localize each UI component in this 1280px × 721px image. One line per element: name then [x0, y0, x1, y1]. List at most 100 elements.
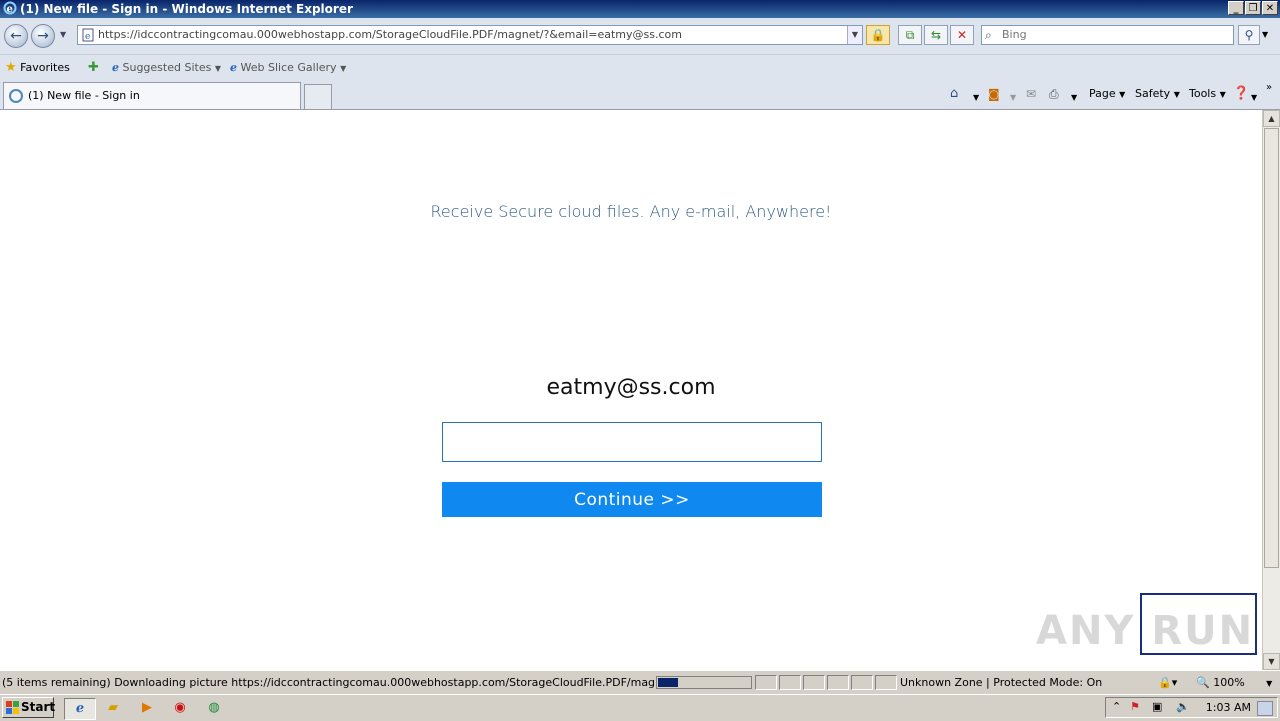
- status-pane: [755, 675, 777, 690]
- svg-text:e: e: [7, 4, 13, 15]
- vertical-scrollbar[interactable]: ▲ ▼: [1262, 110, 1280, 670]
- user-email: eatmy@ss.com: [546, 375, 716, 400]
- status-pane: [803, 675, 825, 690]
- help-icon[interactable]: ❓: [1233, 86, 1249, 102]
- web-slice-gallery-link[interactable]: ℯ Web Slice Gallery ▼: [230, 60, 346, 77]
- system-clock[interactable]: 1:03 AM: [1206, 701, 1251, 714]
- web-slice-gallery-label: Web Slice Gallery: [240, 61, 337, 74]
- status-bar: (5 items remaining) Downloading picture …: [0, 670, 1280, 695]
- explorer-folder-icon[interactable]: ▰: [102, 698, 124, 718]
- search-box[interactable]: ⌕ Bing: [981, 25, 1234, 45]
- mail-icon[interactable]: ✉: [1026, 86, 1036, 102]
- chevron-down-icon: ▼: [1219, 90, 1226, 99]
- close-window-button[interactable]: ✕: [1262, 1, 1278, 15]
- internet-explorer-icon: e: [3, 1, 17, 15]
- security-lock-button[interactable]: 🔒: [866, 25, 890, 45]
- scroll-up-icon[interactable]: ▲: [1263, 110, 1280, 127]
- address-dropdown-icon[interactable]: ▼: [847, 26, 862, 44]
- back-arrow-icon: ←: [10, 28, 22, 44]
- compatibility-icon: ⧉: [905, 28, 915, 42]
- window-title: (1) New file - Sign in - Windows Interne…: [20, 2, 353, 16]
- status-pane: [779, 675, 801, 690]
- window-title-bar: e (1) New file - Sign in - Windows Inter…: [0, 0, 1280, 18]
- zoom-icon: 🔍: [1196, 676, 1210, 689]
- home-dropdown-icon[interactable]: ▼: [973, 90, 979, 106]
- continue-button[interactable]: Continue >>: [442, 482, 822, 517]
- page-content: Receive Secure cloud files. Any e-mail, …: [0, 110, 1262, 670]
- volume-icon[interactable]: 🔈: [1176, 700, 1190, 713]
- feeds-dropdown-icon[interactable]: ▼: [1010, 90, 1016, 106]
- svg-text:e: e: [85, 32, 90, 42]
- system-tray: ⌃ ⚑ ▣ 🔈 1:03 AM: [1105, 697, 1278, 718]
- chevron-down-icon: ▼: [1119, 90, 1126, 99]
- compatibility-view-button[interactable]: ⧉: [898, 25, 922, 45]
- safety-menu[interactable]: Safety ▼: [1135, 86, 1180, 103]
- search-icon: ⌕: [985, 28, 992, 42]
- back-button[interactable]: ←: [4, 24, 28, 48]
- security-zone[interactable]: Unknown Zone | Protected Mode: On: [900, 676, 1102, 689]
- status-pane: [875, 675, 897, 690]
- print-dropdown-icon[interactable]: ▼: [1071, 90, 1077, 106]
- tools-menu[interactable]: Tools ▼: [1189, 86, 1226, 103]
- scroll-down-icon[interactable]: ▼: [1263, 653, 1280, 670]
- start-label: Start: [21, 700, 56, 714]
- internet-explorer-icon: ℯ: [75, 701, 85, 716]
- address-url[interactable]: https://idccontractingcomau.000webhostap…: [98, 26, 682, 44]
- search-go-button[interactable]: ⚲: [1238, 25, 1260, 45]
- network-icon[interactable]: ▣: [1152, 700, 1162, 713]
- password-input[interactable]: [442, 422, 822, 462]
- refresh-icon: ⇆: [930, 28, 942, 42]
- page-menu[interactable]: Page ▼: [1089, 86, 1125, 103]
- scroll-thumb[interactable]: [1264, 128, 1279, 568]
- navigation-bar: ← → ▼ e https://idccontractingcomau.000w…: [0, 18, 1280, 54]
- loading-icon: [9, 89, 23, 103]
- address-bar[interactable]: e https://idccontractingcomau.000webhost…: [77, 25, 863, 45]
- feeds-icon[interactable]: ◙: [988, 86, 1000, 102]
- page-menu-label: Page: [1089, 87, 1116, 100]
- progress-fill: [658, 678, 678, 687]
- safety-menu-label: Safety: [1135, 87, 1171, 100]
- minimize-button[interactable]: _: [1228, 1, 1244, 15]
- chevron-down-icon: ▼: [1173, 90, 1180, 99]
- search-placeholder[interactable]: Bing: [1002, 26, 1027, 44]
- tab-sign-in[interactable]: (1) New file - Sign in: [3, 82, 301, 109]
- show-hidden-icons-icon[interactable]: ⌃: [1112, 700, 1121, 713]
- download-progress-bar: [656, 676, 752, 689]
- chrome-icon[interactable]: ◍: [203, 698, 225, 718]
- more-commands-icon[interactable]: »: [1266, 80, 1272, 96]
- page-tagline: Receive Secure cloud files. Any e-mail, …: [430, 202, 832, 221]
- start-button[interactable]: Start: [2, 697, 56, 718]
- suggested-sites-link[interactable]: ℯ Suggested Sites ▼: [112, 60, 221, 77]
- protected-mode-icon[interactable]: 🔒▾: [1158, 676, 1177, 689]
- taskbar-ie-button[interactable]: ℯ: [64, 698, 96, 720]
- print-icon[interactable]: ⎙: [1049, 86, 1059, 102]
- show-desktop-button[interactable]: [1257, 701, 1273, 716]
- opera-icon[interactable]: ◉: [169, 698, 191, 718]
- ie-page-icon: ℯ: [230, 61, 237, 74]
- status-pane: [827, 675, 849, 690]
- page-icon: e: [82, 28, 94, 42]
- tab-row: (1) New file - Sign in ⌂ ▼ ◙ ▼ ✉ ⎙ ▼ Pag…: [0, 80, 1280, 110]
- action-center-icon[interactable]: ⚑: [1130, 700, 1140, 713]
- suggested-sites-label: Suggested Sites: [122, 61, 212, 74]
- stop-icon: ✕: [956, 28, 968, 42]
- magnifier-icon: ⚲: [1244, 28, 1254, 42]
- history-dropdown-icon[interactable]: ▼: [60, 30, 66, 39]
- restore-button[interactable]: ❐: [1245, 1, 1261, 15]
- favorites-button[interactable]: ★ Favorites: [5, 60, 70, 76]
- zoom-value: 100%: [1213, 676, 1245, 689]
- lock-icon: 🔒: [870, 28, 886, 42]
- zoom-level[interactable]: 🔍 100% ▼: [1196, 676, 1272, 689]
- media-player-icon[interactable]: ▶: [136, 698, 158, 718]
- new-tab-button[interactable]: [304, 84, 332, 109]
- help-dropdown-icon[interactable]: ▼: [1251, 90, 1257, 106]
- search-options-icon[interactable]: ▼: [1262, 30, 1268, 39]
- forward-button[interactable]: →: [31, 24, 55, 48]
- taskbar: Start ℯ ▰ ▶ ◉ ◍ ⌃ ⚑ ▣ 🔈 1:03 AM: [0, 694, 1280, 721]
- home-icon[interactable]: ⌂: [950, 86, 958, 102]
- stop-button[interactable]: ✕: [950, 25, 974, 45]
- status-text: (5 items remaining) Downloading picture …: [2, 676, 750, 689]
- refresh-button[interactable]: ⇆: [924, 25, 948, 45]
- ie-page-icon: ℯ: [112, 61, 119, 74]
- add-to-favorites-bar-icon[interactable]: ✚: [88, 60, 99, 76]
